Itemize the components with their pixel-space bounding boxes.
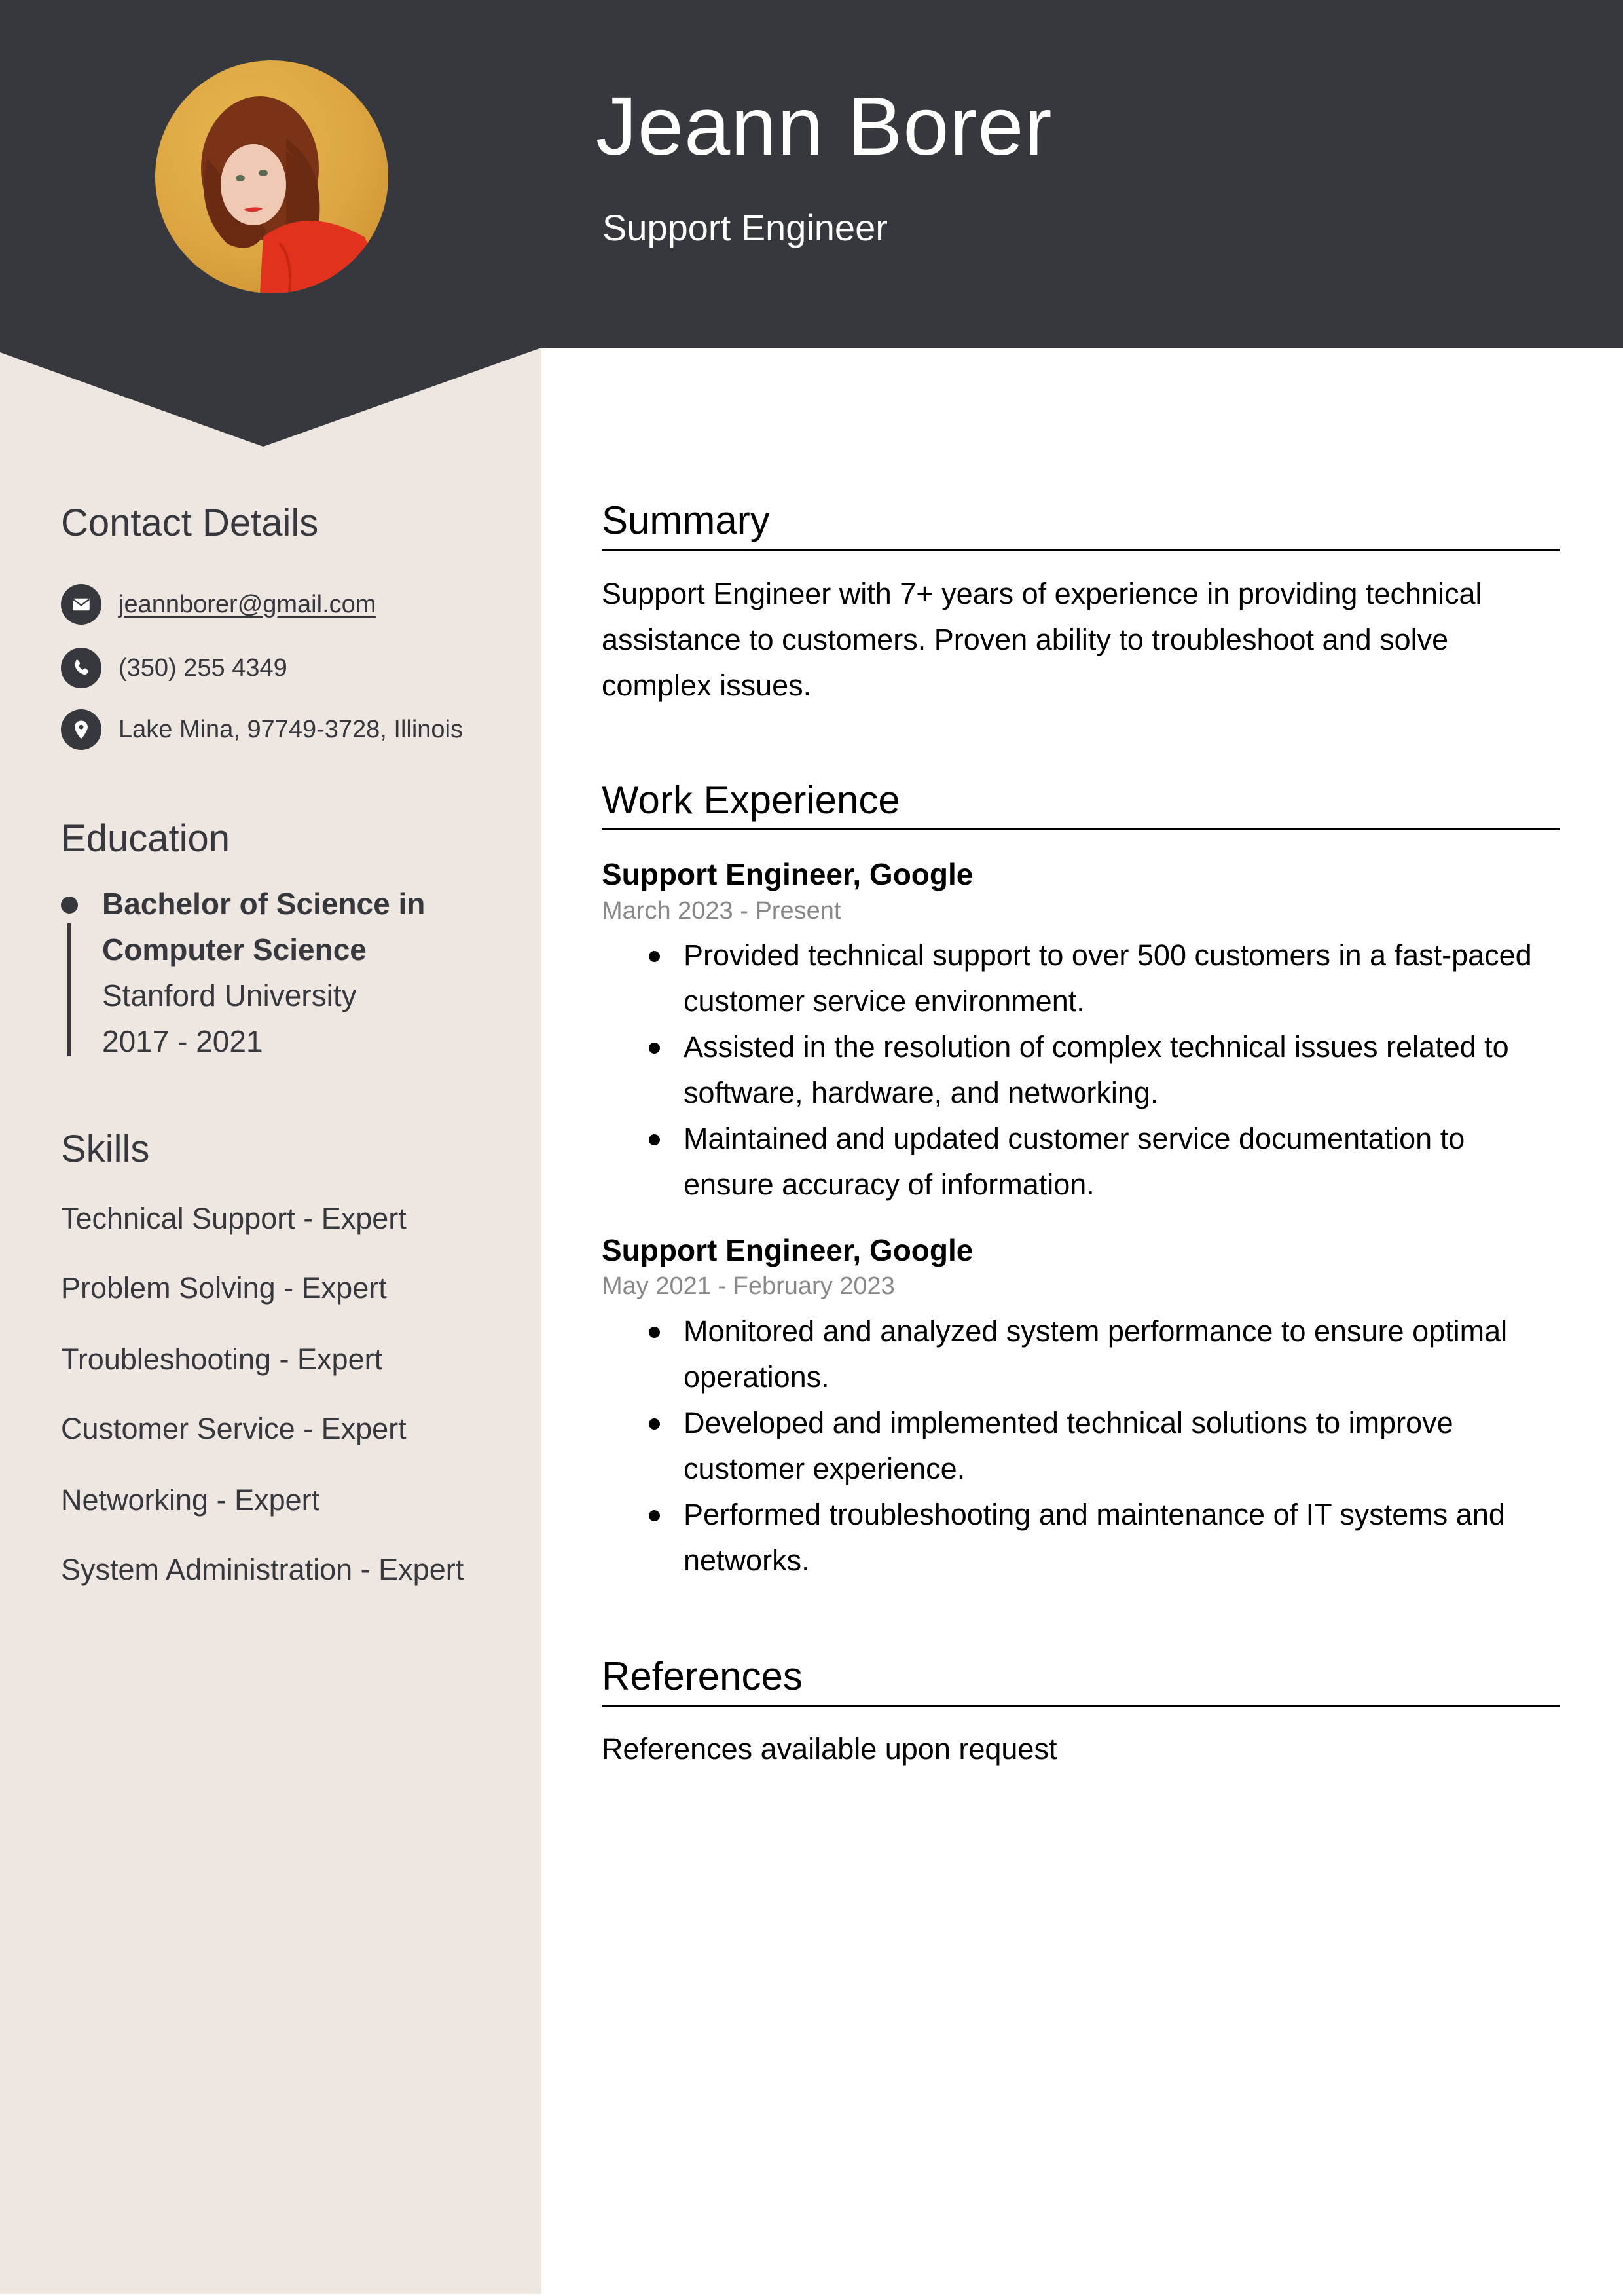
education-degree-line2: Computer Science [102,933,367,967]
bullet-icon [649,1043,660,1054]
contact-address: Lake Mina, 97749-3728, Illinois [61,709,463,750]
bullet-icon [649,1418,660,1430]
bullet-line: Maintained and updated customer service … [684,1122,1465,1155]
bullet-line: Provided technical support to over 500 c… [684,938,1532,972]
contact-email[interactable]: jeannborer@gmail.com [61,584,376,625]
education-section: Education [61,820,519,858]
timeline-dot-icon [61,897,78,914]
bullet-icon [649,1327,660,1338]
skills-section: Skills [61,1130,519,1168]
education-years: 2017 - 2021 [102,1024,263,1058]
candidate-title: Support Engineer [602,207,888,248]
experience-divider [602,828,1560,830]
job-bullet: Monitored and analyzed system performanc… [602,1308,1560,1400]
job-bullet: Developed and implemented technical solu… [602,1400,1560,1492]
bullet-icon [649,1510,660,1521]
summary-section: Summary [602,501,1560,540]
email-link[interactable]: jeannborer@gmail.com [119,591,376,619]
envelope-icon [61,584,101,625]
address: Lake Mina, 97749-3728, Illinois [119,715,464,743]
summary-text: Support Engineer with 7+ years of experi… [602,571,1560,709]
candidate-name: Jeann Borer [596,80,1053,172]
phone-icon [61,648,101,688]
bullet-line: Developed and implemented technical solu… [684,1406,1453,1439]
bullet-line: customer experience. [684,1452,966,1485]
job-bullets: Monitored and analyzed system performanc… [602,1308,1560,1583]
job-bullet: Maintained and updated customer service … [602,1116,1560,1208]
summary-line: Support Engineer with 7+ years of experi… [602,577,1482,610]
bullet-line: ensure accuracy of information. [684,1168,1095,1201]
summary-line: assistance to customers. Proven ability … [602,623,1449,656]
map-pin-icon [61,709,101,750]
references-text: References available upon request [602,1732,1057,1766]
bullet-icon [649,951,660,962]
job-bullet: Performed troubleshooting and maintenanc… [602,1492,1560,1583]
skills-heading: Skills [61,1128,150,1170]
bullet-line: Monitored and analyzed system performanc… [684,1314,1508,1348]
summary-line: complex issues. [602,669,812,702]
bullet-line: software, hardware, and networking. [684,1076,1159,1109]
profile-photo [155,60,388,293]
phone-number: (350) 255 4349 [119,654,287,682]
experience-heading: Work Experience [602,778,900,822]
bullet-line: customer service environment. [684,984,1085,1018]
timeline-line [67,923,71,1056]
education-degree-line1: Bachelor of Science in [102,887,426,921]
references-divider [602,1705,1560,1707]
skill-item: Troubleshooting - Expert [61,1342,383,1376]
skill-item: Problem Solving - Expert [61,1271,387,1305]
experience-section: Work Experience [602,781,1560,820]
skill-item: Technical Support - Expert [61,1202,407,1235]
job-dates: May 2021 - February 2023 [602,1272,895,1300]
job-bullets: Provided technical support to over 500 c… [602,933,1560,1208]
summary-divider [602,549,1560,551]
bullet-line: operations. [684,1360,830,1394]
job-title: Support Engineer, Google [602,857,974,891]
education-entry: Bachelor of Science in Computer Science … [102,881,521,1064]
contact-heading: Contact Details [61,502,319,544]
bullet-line: Performed troubleshooting and maintenanc… [684,1498,1505,1531]
job-bullet: Provided technical support to over 500 c… [602,933,1560,1024]
bullet-icon [649,1134,660,1145]
contact-phone: (350) 255 4349 [61,648,287,688]
references-heading: References [602,1654,803,1698]
bullet-line: networks. [684,1544,810,1577]
summary-heading: Summary [602,498,770,542]
profile-photo-illustration [201,96,388,293]
education-school: Stanford University [102,978,357,1012]
skill-item: Customer Service - Expert [61,1412,407,1445]
references-section: References [602,1657,1560,1696]
job-title: Support Engineer, Google [602,1233,974,1267]
education-heading: Education [61,817,230,860]
skill-item: Networking - Expert [61,1483,320,1517]
job-bullet: Assisted in the resolution of complex te… [602,1024,1560,1116]
job-dates: March 2023 - Present [602,897,841,925]
bullet-line: Assisted in the resolution of complex te… [684,1030,1509,1064]
contact-section: Contact Details [61,504,519,542]
skill-item: System Administration - Expert [61,1553,464,1586]
